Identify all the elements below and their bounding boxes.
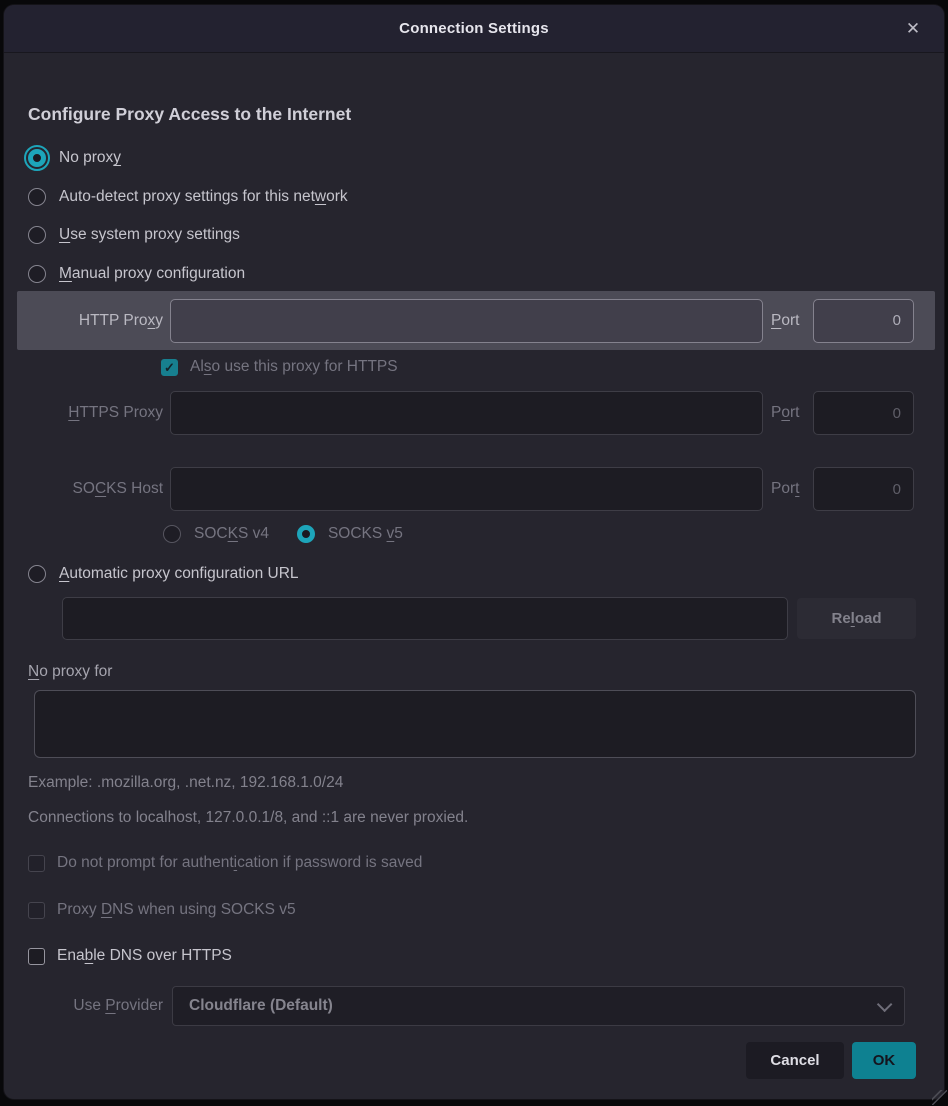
check-icon: ✓ [164, 361, 175, 374]
localhost-note-text: Connections to localhost, 127.0.0.1/8, a… [28, 809, 468, 827]
radio-label-auto-detect[interactable]: Auto-detect proxy settings for this netw… [59, 188, 348, 206]
provider-value: Cloudflare (Default) [189, 997, 877, 1015]
also-https-label[interactable]: Also use this proxy for HTTPS [190, 358, 398, 376]
radio-socks-v5[interactable] [297, 525, 315, 543]
socks-host-row: SOCKS Host Port [4, 467, 944, 511]
provider-label: Use Provider [28, 997, 163, 1015]
cancel-button[interactable]: Cancel [746, 1042, 844, 1079]
radio-row-system-proxy[interactable]: Use system proxy settings [4, 220, 944, 250]
radio-label-manual-proxy[interactable]: Manual proxy configuration [59, 265, 245, 283]
checkbox-also-https[interactable]: ✓ [161, 359, 178, 376]
page-title: Configure Proxy Access to the Internet [28, 104, 351, 125]
http-proxy-input[interactable] [170, 299, 763, 343]
no-prompt-label[interactable]: Do not prompt for authentication if pass… [57, 854, 422, 872]
radio-auto-detect[interactable] [28, 188, 46, 206]
auto-url-input[interactable] [62, 597, 788, 640]
reload-button[interactable]: Reload [797, 598, 916, 639]
also-https-row[interactable]: ✓ Also use this proxy for HTTPS [4, 356, 944, 378]
socks-port-input[interactable] [813, 467, 914, 511]
checkbox-no-prompt[interactable] [28, 855, 45, 872]
http-port-label: Port [771, 312, 806, 330]
checkbox-proxy-dns[interactable] [28, 902, 45, 919]
socks-port-label: Port [771, 480, 806, 498]
radio-label-socks-v5[interactable]: SOCKS v5 [328, 525, 403, 543]
no-prompt-row[interactable]: Do not prompt for authentication if pass… [4, 852, 944, 874]
radio-manual-proxy[interactable] [28, 265, 46, 283]
provider-row: Use Provider Cloudflare (Default) [4, 986, 944, 1026]
checkbox-doh[interactable] [28, 948, 45, 965]
radio-system-proxy[interactable] [28, 226, 46, 244]
example-row: Example: .mozilla.org, .net.nz, 192.168.… [4, 773, 944, 793]
dialog-footer: Cancel OK [746, 1042, 916, 1079]
https-proxy-label: HTTPS Proxy [28, 404, 163, 422]
proxy-dns-row[interactable]: Proxy DNS when using SOCKS v5 [4, 899, 944, 921]
dialog-titlebar: Connection Settings ✕ [4, 5, 944, 53]
close-icon[interactable]: ✕ [898, 14, 928, 44]
socks-host-input[interactable] [170, 467, 763, 511]
auto-url-row: Reload [4, 597, 944, 640]
resize-grip-icon[interactable] [932, 1090, 947, 1105]
http-port-input[interactable] [813, 299, 914, 343]
https-proxy-row: HTTPS Proxy Port [4, 391, 944, 435]
http-proxy-row: HTTP Proxy Port [4, 291, 944, 350]
no-proxy-for-row: No proxy for [4, 661, 944, 683]
provider-dropdown[interactable]: Cloudflare (Default) [172, 986, 905, 1026]
https-proxy-input[interactable] [170, 391, 763, 435]
radio-row-no-proxy[interactable]: No proxy [4, 143, 944, 173]
doh-label[interactable]: Enable DNS over HTTPS [57, 947, 232, 965]
dialog-title: Connection Settings [399, 20, 549, 37]
chevron-down-icon [877, 996, 893, 1012]
radio-row-manual-proxy[interactable]: Manual proxy configuration [4, 259, 944, 289]
radio-row-socks-v4[interactable]: SOCKS v4 [163, 525, 269, 543]
radio-auto-url[interactable] [28, 565, 46, 583]
localhost-note-row: Connections to localhost, 127.0.0.1/8, a… [4, 808, 944, 828]
socks-host-label: SOCKS Host [28, 480, 163, 498]
radio-label-socks-v4[interactable]: SOCKS v4 [194, 525, 269, 543]
radio-socks-v4[interactable] [163, 525, 181, 543]
https-port-input[interactable] [813, 391, 914, 435]
socks-version-row: SOCKS v4 SOCKS v5 [4, 521, 944, 547]
proxy-dns-label[interactable]: Proxy DNS when using SOCKS v5 [57, 901, 296, 919]
https-port-label: Port [771, 404, 806, 422]
radio-row-socks-v5[interactable]: SOCKS v5 [297, 525, 403, 543]
example-text: Example: .mozilla.org, .net.nz, 192.168.… [28, 774, 343, 792]
radio-label-no-proxy[interactable]: No proxy [59, 149, 121, 167]
radio-label-auto-url[interactable]: Automatic proxy configuration URL [59, 565, 299, 583]
ok-button[interactable]: OK [852, 1042, 916, 1079]
connection-settings-dialog: Connection Settings ✕ Configure Proxy Ac… [4, 5, 944, 1099]
radio-no-proxy[interactable] [28, 149, 46, 167]
radio-row-auto-url[interactable]: Automatic proxy configuration URL [4, 559, 944, 589]
radio-row-auto-detect[interactable]: Auto-detect proxy settings for this netw… [4, 182, 944, 212]
no-proxy-for-textarea[interactable] [34, 690, 916, 758]
doh-row[interactable]: Enable DNS over HTTPS [4, 945, 944, 967]
radio-label-system-proxy[interactable]: Use system proxy settings [59, 226, 240, 244]
http-proxy-label: HTTP Proxy [28, 312, 163, 330]
no-proxy-for-label: No proxy for [28, 663, 112, 681]
